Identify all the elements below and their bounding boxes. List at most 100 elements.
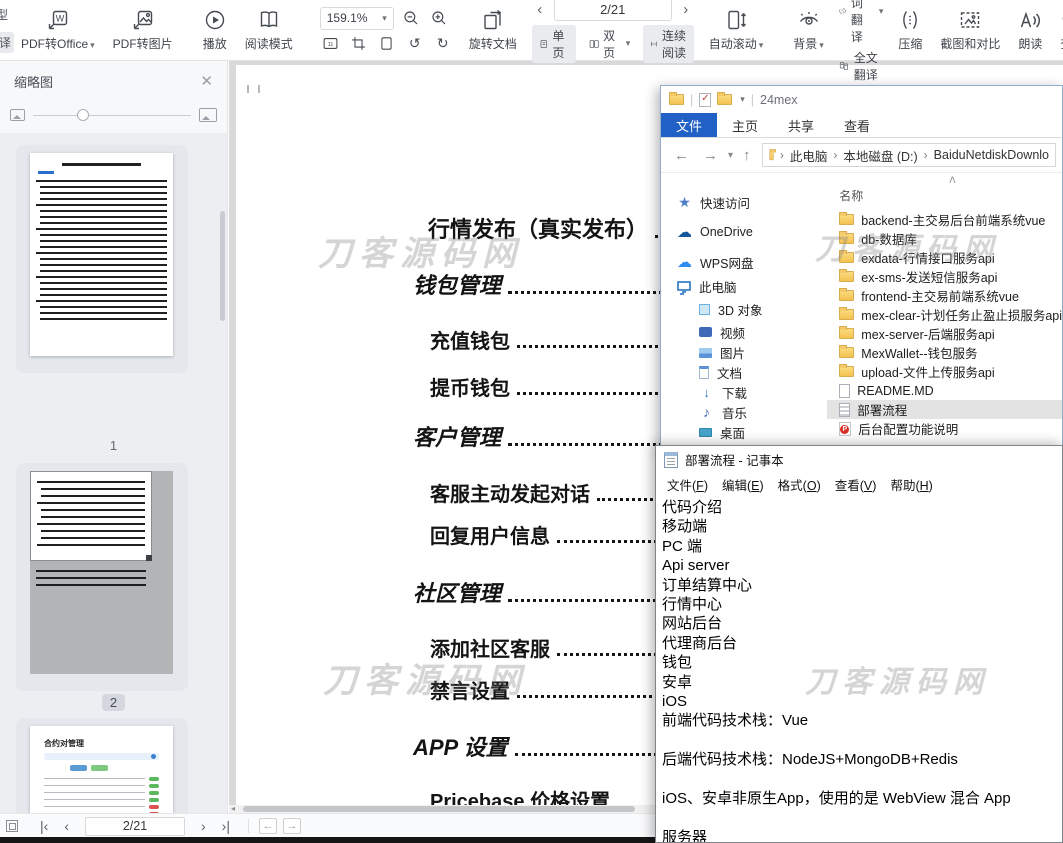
notepad-titlebar[interactable]: 部署流程 - 记事本	[656, 446, 1062, 473]
page-tick	[258, 85, 260, 93]
file-row[interactable]: exdata-行情接口服务api	[827, 248, 1062, 267]
breadcrumb-item[interactable]: 此电脑	[790, 146, 828, 165]
zoom-in-button[interactable]	[428, 8, 450, 28]
file-row[interactable]: db-数据库	[827, 229, 1062, 248]
word-translate-button[interactable]: a中 划词翻译 ▾	[839, 0, 884, 45]
next-page-button[interactable]: ›	[193, 818, 214, 834]
thumbnail-2-viewport[interactable]	[30, 471, 152, 561]
file-row[interactable]: 后台配置功能说明	[827, 419, 1062, 438]
sidebar-item-desktop[interactable]: 桌面	[661, 422, 827, 443]
column-header-name[interactable]: 名称	[827, 179, 1062, 210]
full-translate-button[interactable]: 全文翻译	[839, 49, 884, 83]
fit-page-button[interactable]	[376, 34, 398, 54]
menu-item[interactable]: 帮助(H)	[883, 473, 939, 496]
sidebar-item-cloud2[interactable]: WPS网盘	[661, 248, 827, 276]
properties-check-icon[interactable]	[699, 93, 711, 107]
thumbnail-page-2[interactable]	[16, 463, 188, 691]
close-icon[interactable]: ✕	[200, 72, 213, 90]
prev-page-button[interactable]: ‹	[56, 818, 77, 834]
file-row[interactable]: 部署流程	[827, 400, 1062, 419]
file-row[interactable]: upload-文件上传服务api	[827, 362, 1062, 381]
address-bar[interactable]: › 此电脑›本地磁盘 (D:)›BaiduNetdiskDownlo	[762, 143, 1056, 167]
file-row[interactable]: backend-主交易后台前端系统vue	[827, 210, 1062, 229]
play-button[interactable]: 播放	[194, 0, 236, 60]
file-row[interactable]: README.MD	[827, 381, 1062, 400]
background-button[interactable]: 背景▾	[784, 0, 833, 60]
last-page-button[interactable]: ›|	[214, 818, 238, 834]
file-row[interactable]: mex-clear-计划任务止盈止损服务api	[827, 305, 1062, 324]
slider-thumb[interactable]	[77, 109, 89, 121]
thumbnail-page-3[interactable]: 合约对管理	[16, 718, 188, 813]
rotate-left-icon[interactable]: ↺	[404, 34, 426, 54]
pdf-to-office-button[interactable]: W PDF转Office▾	[12, 0, 104, 60]
sidebar-item-star[interactable]: 快速访问	[661, 188, 827, 216]
menu-item[interactable]: 编辑(E)	[715, 473, 771, 496]
single-page-button[interactable]: 单页	[532, 25, 576, 63]
thumbnail-size-slider[interactable]	[33, 115, 191, 116]
mini-line	[40, 222, 167, 224]
sidebar-item-cloud[interactable]: OneDrive	[661, 216, 827, 248]
breadcrumb-item[interactable]: 本地磁盘 (D:)	[843, 146, 917, 165]
file-row[interactable]: MexWallet--钱包服务	[827, 343, 1062, 362]
file-row[interactable]: ex-sms-发送短信服务api	[827, 267, 1062, 286]
menu-item[interactable]: 格式(O)	[771, 473, 828, 496]
forward-icon[interactable]: →	[696, 147, 725, 164]
crop-button[interactable]	[348, 34, 370, 54]
rotate-right-icon[interactable]: ↻	[432, 34, 454, 54]
ribbon-tab-file[interactable]: 文件	[661, 113, 717, 137]
page-layout-icon[interactable]	[6, 820, 18, 832]
statusbar-page-input[interactable]: 2/21	[85, 817, 185, 836]
file-row[interactable]: frontend-主交易前端系统vue	[827, 286, 1062, 305]
history-caret-icon[interactable]: ▾	[725, 150, 736, 161]
sidebar-item-download[interactable]: 下载	[661, 382, 827, 402]
horizontal-scroll-thumb[interactable]	[243, 806, 635, 812]
ribbon-tab-share[interactable]: 共享	[773, 113, 829, 137]
actual-size-button[interactable]: 11	[320, 34, 342, 54]
horizontal-scrollbar[interactable]: ◂	[229, 805, 659, 813]
back-icon[interactable]: ←	[667, 147, 696, 164]
ribbon-tab-view[interactable]: 查看	[829, 113, 885, 137]
read-aloud-button[interactable]: 朗读	[1009, 0, 1051, 60]
prev-page-icon[interactable]: ‹	[532, 1, 548, 18]
sidebar-item-document[interactable]: 文档	[661, 363, 827, 382]
explorer-titlebar[interactable]: | ▾ | 24mex	[661, 86, 1062, 113]
sidebar-scrollbar[interactable]	[220, 211, 225, 321]
pdf-to-image-button[interactable]: PDF转图片	[104, 0, 182, 60]
rotate-doc-button[interactable]: 旋转文档	[460, 0, 526, 60]
notepad-line: 代理商后台	[662, 634, 1062, 653]
next-view-button[interactable]: →	[283, 818, 301, 834]
zoom-out-button[interactable]	[400, 8, 422, 28]
next-page-icon[interactable]: ›	[678, 1, 694, 18]
menu-item[interactable]: 查看(V)	[828, 473, 884, 496]
read-mode-button[interactable]: 阅读模式	[236, 0, 302, 60]
notepad-text-area[interactable]: 代码介绍移动端PC 端Api server订单结算中心行情中心网站后台代理商后台…	[656, 496, 1062, 842]
quick-access-caret-icon[interactable]: ▾	[740, 94, 745, 105]
screenshot-compare-button[interactable]: 截图和对比	[931, 0, 1009, 60]
sidebar-item-picture[interactable]: 图片	[661, 342, 827, 363]
thumbnail-page-1[interactable]	[16, 145, 188, 373]
ribbon-tab-home[interactable]: 主页	[717, 113, 773, 137]
zoom-select[interactable]: 159.1% ▾	[320, 7, 394, 30]
find-button[interactable]: 查找	[1051, 0, 1063, 60]
cloud-icon	[677, 225, 692, 240]
new-folder-icon[interactable]	[717, 94, 732, 105]
up-icon[interactable]: ↑	[736, 147, 758, 164]
file-row[interactable]: mex-server-后端服务api	[827, 324, 1062, 343]
address-folder-icon	[769, 150, 774, 159]
sidebar-item-music[interactable]: 音乐	[661, 402, 827, 422]
page-indicator-input[interactable]: 2/21	[554, 0, 672, 21]
sidebar-item-computer[interactable]: 此电脑	[661, 276, 827, 296]
first-page-button[interactable]: |‹	[32, 818, 56, 834]
auto-scroll-button[interactable]: 自动滚动▾	[700, 0, 773, 60]
sidebar-item-cube[interactable]: 3D 对象	[661, 296, 827, 322]
sort-ascending-icon[interactable]: ᐱ	[949, 175, 955, 186]
prev-view-button[interactable]: ←	[259, 818, 277, 834]
menu-item[interactable]: 文件(F)	[660, 473, 715, 496]
compress-button[interactable]: 压缩	[889, 0, 931, 60]
breadcrumb-item[interactable]: BaiduNetdiskDownlo	[934, 148, 1049, 162]
sidebar-item-video[interactable]: 视频	[661, 322, 827, 342]
double-page-button[interactable]: 双页 ▾	[582, 25, 638, 63]
viewport-resize-handle[interactable]	[146, 555, 152, 561]
continuous-read-button[interactable]: 连续阅读	[643, 25, 693, 63]
scroll-left-icon[interactable]: ◂	[231, 804, 235, 813]
